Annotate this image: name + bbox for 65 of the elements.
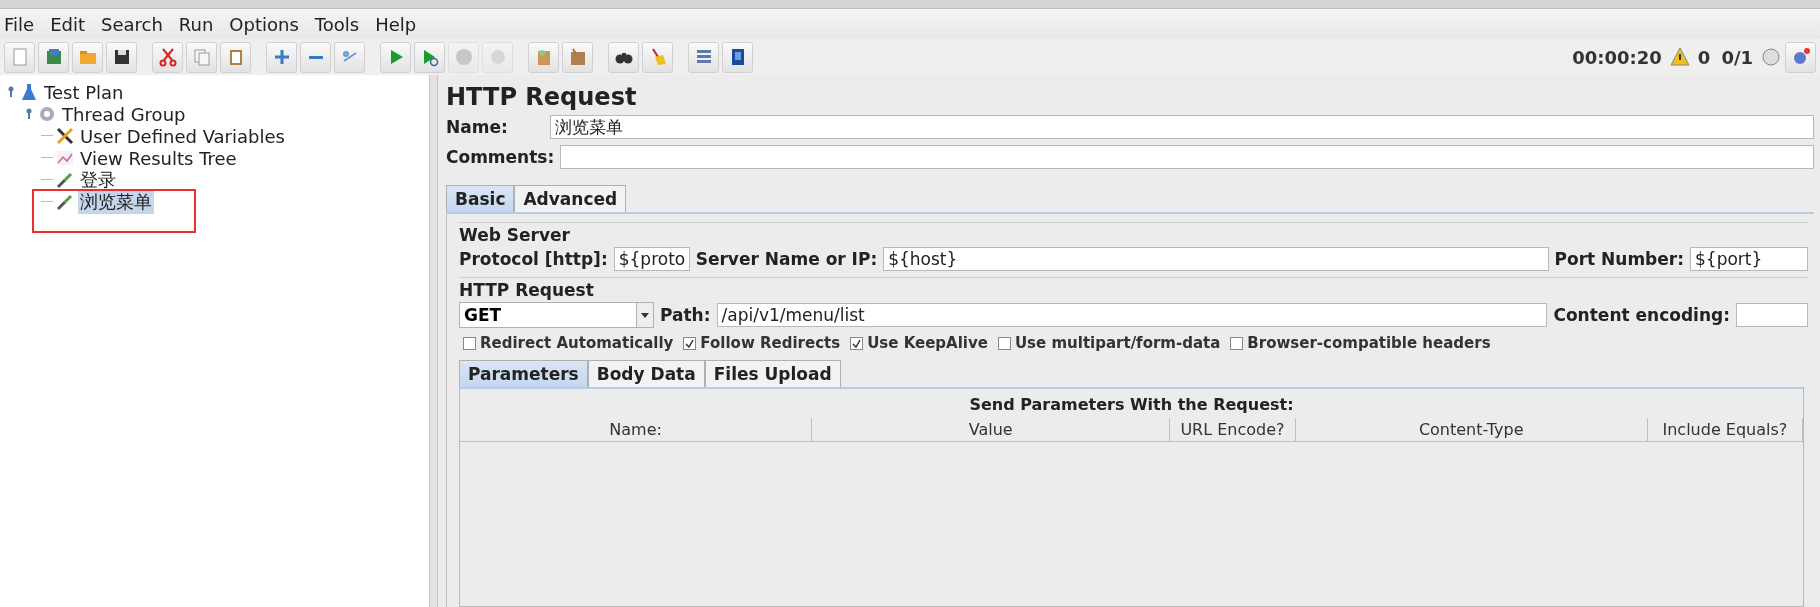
tab[interactable]: Basic — [446, 185, 515, 212]
tree-connector-line — [41, 135, 53, 137]
option-checkbox[interactable]: Use multipart/form-data — [997, 334, 1221, 352]
server-label: Server Name or IP: — [695, 249, 878, 269]
port-label: Port Number: — [1554, 249, 1684, 269]
expand-handle-icon[interactable] — [24, 108, 34, 120]
server-field[interactable]: ${host} — [883, 247, 1549, 271]
column-header[interactable]: URL Encode? — [1170, 418, 1296, 441]
menu-item[interactable]: Options — [229, 13, 299, 35]
menu-item[interactable]: File — [4, 13, 35, 35]
group-title: Web Server — [459, 225, 571, 245]
tree-connector-line — [41, 157, 53, 159]
column-header[interactable]: Include Equals? — [1647, 418, 1803, 441]
group-title: HTTP Request — [459, 280, 595, 300]
protocol-field[interactable]: ${proto — [613, 247, 690, 271]
checkmark-icon — [685, 338, 695, 348]
tab[interactable]: Parameters — [459, 360, 588, 387]
option-checkbox[interactable]: Redirect Automatically — [463, 334, 674, 352]
name-field[interactable]: 浏览菜单 — [550, 115, 1814, 139]
path-label: Path: — [660, 305, 711, 325]
toolbar-button[interactable] — [608, 41, 639, 73]
tree-item[interactable]: View Results Tree — [78, 147, 239, 169]
tree-item[interactable]: User Defined Variables — [78, 125, 287, 147]
name-label: Name: — [446, 117, 509, 137]
option-checkbox[interactable]: Browser-compatible headers — [1230, 334, 1491, 352]
tree-connector-line — [41, 179, 53, 181]
checkmark-icon — [852, 338, 862, 348]
menu-item[interactable]: Help — [375, 13, 417, 35]
tab[interactable]: Body Data — [587, 360, 705, 387]
minus-icon — [308, 55, 323, 59]
comments-label: Comments: — [446, 147, 555, 167]
path-field[interactable]: /api/v1/menu/list — [716, 303, 1548, 327]
method-dropdown[interactable]: GET — [459, 302, 654, 328]
menu-item[interactable]: Run — [178, 13, 214, 35]
encoding-field[interactable] — [1736, 303, 1808, 327]
encoding-label: Content encoding: — [1553, 305, 1730, 325]
tree-connector-line — [41, 201, 53, 203]
caret-icon — [641, 312, 649, 318]
option-checkbox[interactable]: Follow Redirects — [683, 334, 841, 352]
tree-item[interactable]: 浏览菜单 — [78, 190, 154, 214]
panel-title: HTTP Request — [446, 83, 638, 111]
menu-item[interactable]: Tools — [314, 13, 360, 35]
remote-button[interactable] — [1785, 41, 1816, 73]
warning-icon — [1668, 46, 1691, 68]
thread-count: 0/1 — [1721, 46, 1753, 68]
menu-item[interactable]: Search — [101, 13, 163, 35]
toolbar-button[interactable] — [722, 41, 753, 73]
table-title: Send Parameters With the Request: — [968, 394, 1295, 416]
warning-count: 0 — [1697, 46, 1711, 68]
expand-handle-icon[interactable] — [6, 86, 16, 98]
protocol-label: Protocol [http]: — [459, 249, 608, 269]
menu-item[interactable]: Edit — [50, 13, 85, 35]
tree-item[interactable]: 登录 — [78, 168, 118, 192]
column-header[interactable]: Content-Type — [1295, 418, 1648, 441]
column-header[interactable]: Name: — [460, 418, 813, 441]
tab[interactable]: Files Upload — [704, 360, 841, 387]
tree-item[interactable]: Thread Group — [60, 103, 188, 125]
tree-item[interactable]: Test Plan — [42, 81, 126, 103]
option-checkbox[interactable]: Use KeepAlive — [850, 334, 988, 352]
column-header[interactable]: Value — [812, 418, 1171, 441]
toolbar-button[interactable] — [106, 41, 137, 73]
comments-field[interactable] — [560, 145, 1814, 169]
elapsed-time: 00:00:20 — [1572, 46, 1662, 68]
tab[interactable]: Advanced — [514, 185, 627, 212]
port-field[interactable]: ${port} — [1690, 247, 1808, 271]
